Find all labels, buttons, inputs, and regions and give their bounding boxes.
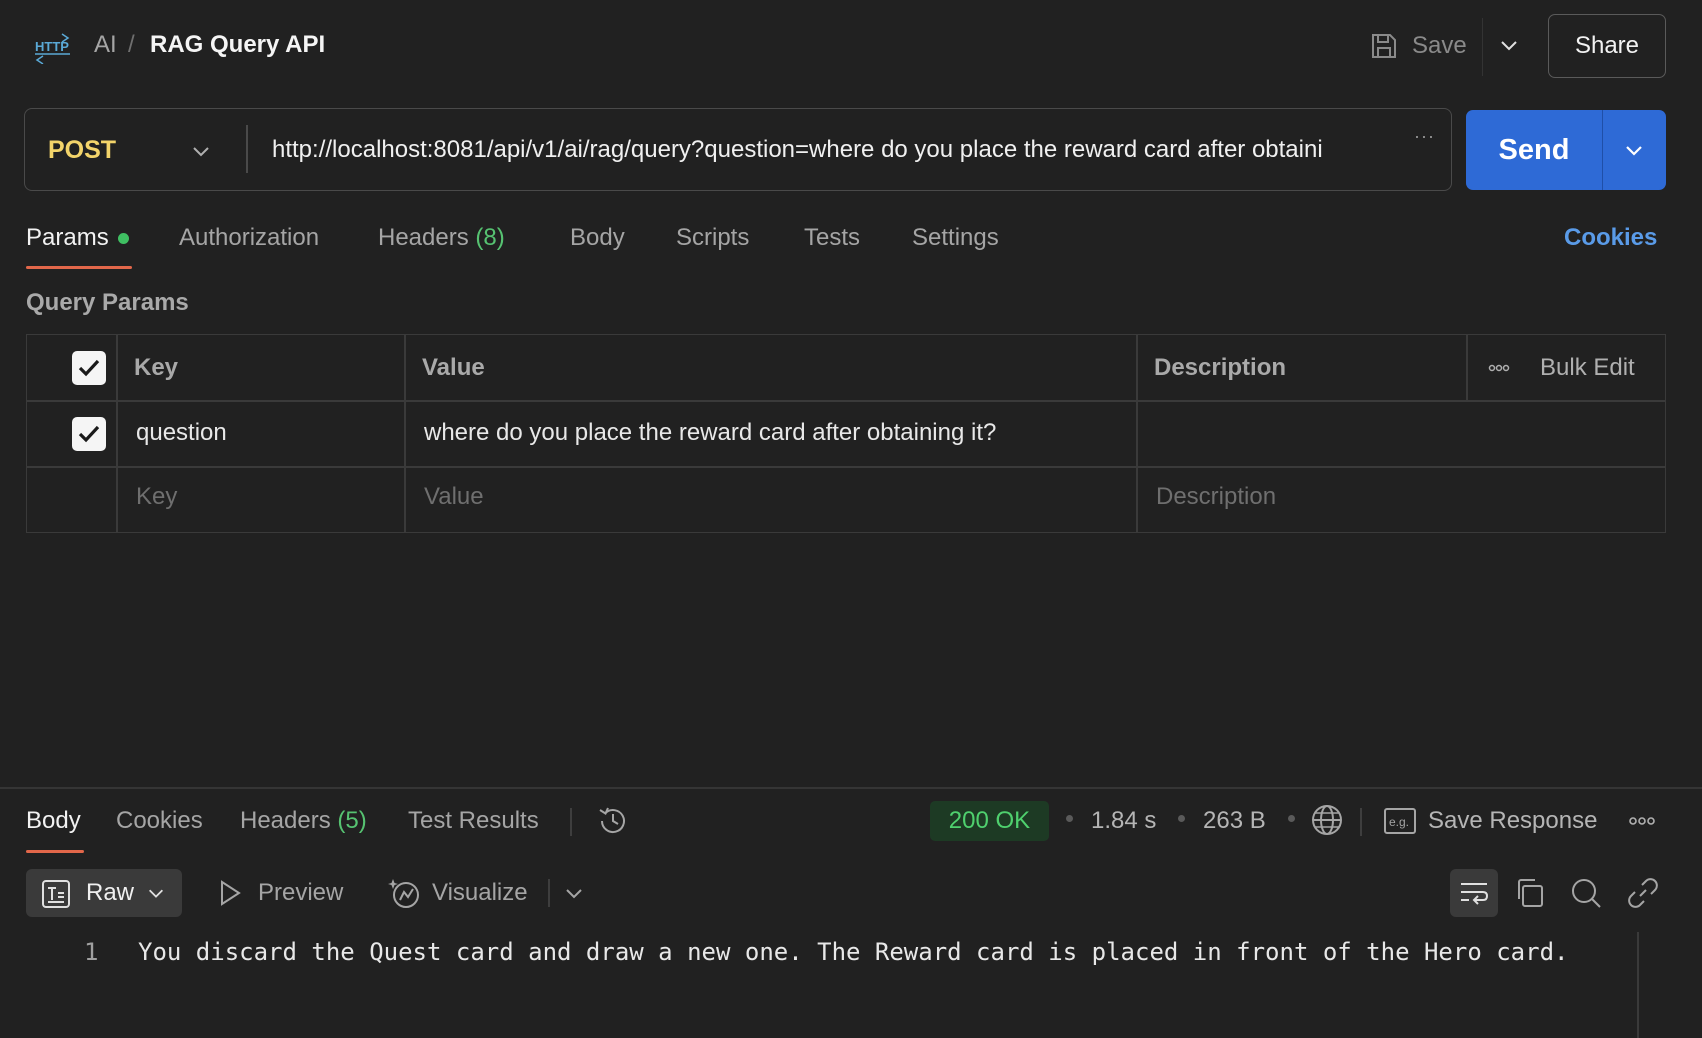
tab-headers-label: Headers — [378, 224, 469, 251]
url-divider — [246, 125, 248, 173]
tab-body[interactable]: Body — [570, 222, 625, 254]
table-divider — [116, 334, 118, 533]
send-button[interactable]: Send — [1466, 110, 1602, 190]
save-icon — [1372, 34, 1396, 58]
response-more-icon[interactable] — [1628, 815, 1656, 827]
tab-tests[interactable]: Tests — [804, 222, 860, 254]
save-button[interactable]: Save — [1370, 28, 1467, 64]
column-header-description: Description — [1154, 354, 1287, 381]
visualize-button[interactable]: Visualize — [432, 877, 528, 909]
save-response-button[interactable]: e.g. Save Response — [1384, 805, 1597, 837]
response-tab-cookies[interactable]: Cookies — [116, 805, 203, 837]
param-row-checkbox[interactable] — [72, 417, 106, 451]
checkmark-icon — [78, 425, 100, 443]
search-icon[interactable] — [1570, 877, 1602, 909]
wrap-lines-button[interactable] — [1450, 869, 1498, 917]
response-tab-headers[interactable]: Headers (5) — [240, 805, 367, 837]
table-divider — [1136, 334, 1138, 533]
link-icon[interactable] — [1627, 877, 1659, 909]
tab-params-label: Params — [26, 224, 109, 251]
save-options-chevron-icon[interactable] — [1498, 34, 1520, 56]
bulk-edit-button[interactable]: Bulk Edit — [1540, 352, 1635, 384]
response-time[interactable]: 1.84 s — [1091, 805, 1156, 837]
table-divider — [26, 400, 1666, 402]
svg-text:e.g.: e.g. — [1389, 815, 1409, 829]
line-number: 1 — [84, 938, 99, 966]
wrap-lines-icon — [1461, 883, 1489, 905]
url-overflow-icon: ··· — [1414, 126, 1435, 146]
response-body-line[interactable]: You discard the Quest card and draw a ne… — [138, 936, 1568, 968]
globe-icon[interactable] — [1310, 803, 1344, 837]
toolbar-separator — [548, 879, 550, 907]
url-input[interactable]: http://localhost:8081/api/v1/ai/rag/quer… — [272, 134, 1410, 166]
method-select[interactable]: POST — [48, 134, 116, 166]
tab-authorization[interactable]: Authorization — [179, 222, 319, 254]
response-active-tab-indicator — [26, 850, 84, 853]
chevron-down-icon — [148, 889, 164, 898]
table-divider — [1466, 334, 1468, 400]
method-chevron-down-icon[interactable] — [190, 140, 212, 162]
response-scrollbar[interactable] — [1637, 932, 1639, 1038]
view-mode-select[interactable]: Raw — [26, 869, 182, 917]
raw-text-icon — [42, 880, 70, 908]
breadcrumb-collection[interactable]: AI — [94, 30, 117, 60]
tab-separator — [570, 808, 572, 836]
breadcrumb-separator: / — [128, 31, 135, 58]
table-divider — [26, 466, 1666, 468]
response-tab-test-results[interactable]: Test Results — [408, 805, 539, 837]
response-tab-body[interactable]: Body — [26, 805, 81, 837]
new-param-value-input[interactable]: Value — [424, 481, 484, 513]
checkmark-icon — [78, 359, 100, 377]
send-options-button[interactable] — [1602, 110, 1666, 190]
meta-separator-dot — [1066, 815, 1073, 822]
param-key-cell[interactable]: question — [136, 417, 227, 449]
cookies-link[interactable]: Cookies — [1564, 222, 1657, 254]
save-divider — [1482, 18, 1483, 76]
table-divider — [404, 334, 406, 533]
response-size[interactable]: 263 B — [1203, 805, 1266, 837]
chevron-down-icon — [1626, 146, 1642, 156]
visualize-options-chevron-icon[interactable] — [563, 882, 585, 904]
page-title[interactable]: RAG Query API — [150, 30, 325, 60]
response-headers-label: Headers — [240, 807, 331, 834]
headers-count-badge: (8) — [475, 224, 505, 251]
select-all-checkbox[interactable] — [72, 351, 106, 385]
tab-headers[interactable]: Headers (8) — [378, 222, 505, 254]
query-params-title: Query Params — [26, 289, 189, 316]
view-mode-label: Raw — [86, 879, 135, 906]
more-options-icon[interactable] — [1488, 363, 1510, 373]
copy-icon[interactable] — [1514, 877, 1546, 909]
tab-separator — [1360, 808, 1362, 836]
example-icon: e.g. — [1384, 808, 1416, 834]
meta-separator-dot — [1288, 815, 1295, 822]
column-header-key: Key — [134, 354, 179, 381]
tab-settings[interactable]: Settings — [912, 222, 999, 254]
tab-params[interactable]: Params — [26, 222, 129, 254]
status-badge[interactable]: 200 OK — [930, 801, 1049, 841]
save-response-label: Save Response — [1428, 807, 1598, 834]
new-param-key-input[interactable]: Key — [136, 481, 177, 513]
tab-scripts[interactable]: Scripts — [676, 222, 749, 254]
visualize-icon — [388, 879, 419, 908]
column-header-value: Value — [422, 354, 485, 381]
response-headers-count: (5) — [337, 807, 367, 834]
active-tab-indicator — [26, 266, 132, 269]
new-param-description-input[interactable]: Description — [1156, 481, 1276, 513]
history-icon[interactable] — [596, 804, 630, 838]
meta-separator-dot — [1178, 815, 1185, 822]
response-divider[interactable] — [0, 787, 1702, 789]
param-value-cell[interactable]: where do you place the reward card after… — [424, 417, 996, 449]
play-icon — [221, 880, 241, 906]
params-active-dot — [117, 233, 129, 245]
http-icon: HTTP — [35, 33, 70, 64]
save-label: Save — [1412, 32, 1467, 59]
preview-button[interactable]: Preview — [258, 877, 343, 909]
share-button[interactable]: Share — [1548, 14, 1666, 78]
